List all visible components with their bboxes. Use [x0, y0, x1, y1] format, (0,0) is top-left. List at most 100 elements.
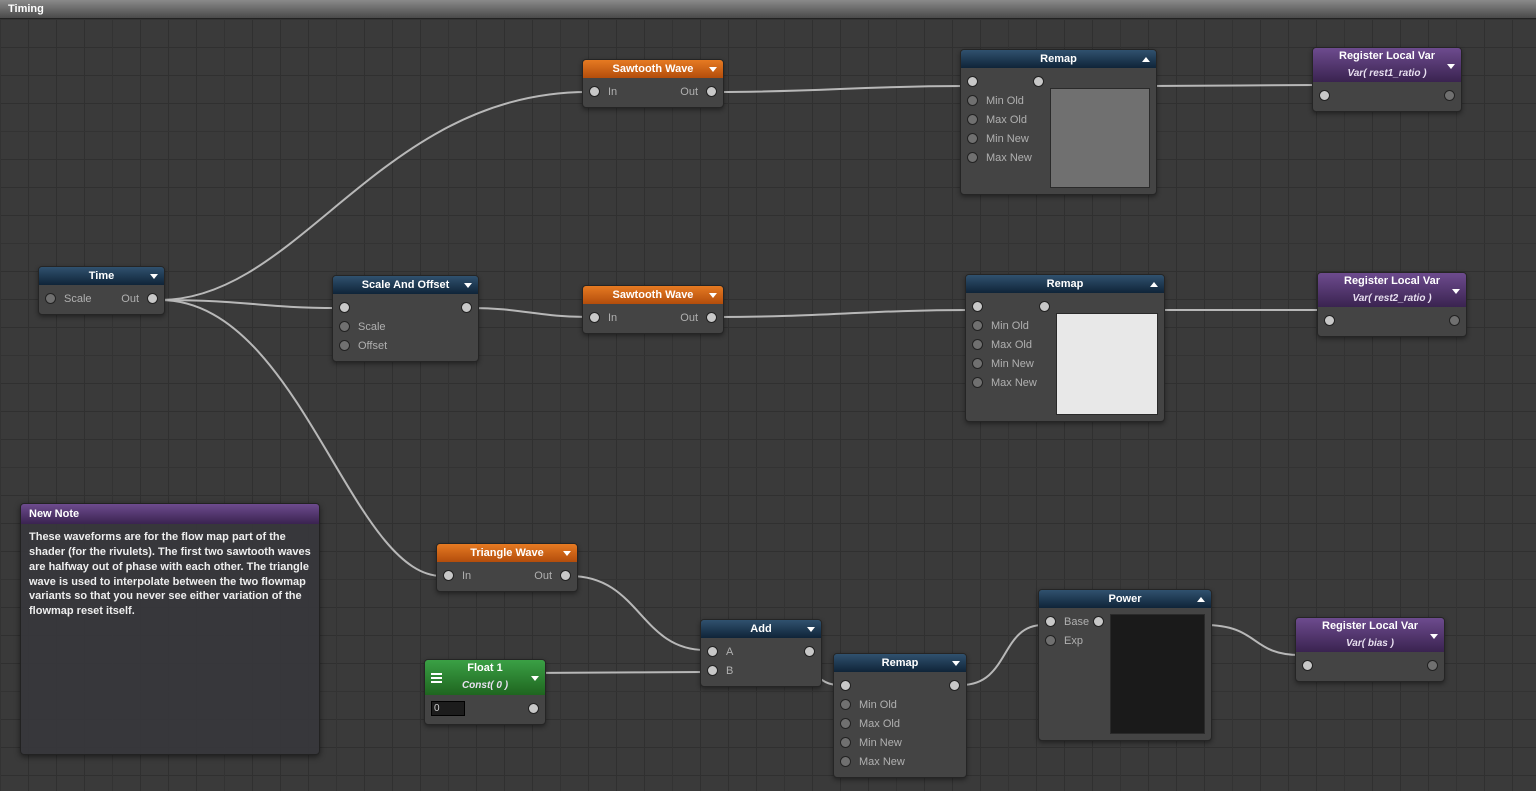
port-label: Max Old: [855, 718, 904, 730]
node-header[interactable]: Register Local Var Var( rest2_ratio ): [1318, 273, 1466, 307]
node-power[interactable]: Power Base Exp: [1038, 589, 1212, 741]
port-in[interactable]: [972, 358, 983, 369]
node-scale-and-offset[interactable]: Scale And Offset Scale Offset: [332, 275, 479, 362]
port-in[interactable]: [840, 680, 851, 691]
node-preview: [1050, 88, 1150, 188]
port-in[interactable]: [840, 718, 851, 729]
node-header[interactable]: Scale And Offset: [333, 276, 478, 294]
node-remap-2[interactable]: Remap Min Old Max Old Min New Max New: [965, 274, 1165, 422]
port-in[interactable]: [967, 95, 978, 106]
chevron-down-icon: [531, 676, 539, 681]
node-header[interactable]: Register Local Var Var( rest1_ratio ): [1313, 48, 1461, 82]
float-value-field[interactable]: 0: [431, 701, 465, 716]
node-title: Triangle Wave: [470, 547, 544, 559]
port-in[interactable]: [1319, 90, 1330, 101]
node-header[interactable]: Sawtooth Wave: [583, 286, 723, 304]
node-time[interactable]: Time Scale Out: [38, 266, 165, 315]
port-in[interactable]: [972, 320, 983, 331]
port-label: Max New: [982, 152, 1036, 164]
port-out[interactable]: [528, 703, 539, 714]
node-register-local-var-3[interactable]: Register Local Var Var( bias ): [1295, 617, 1445, 682]
port-label: Min New: [987, 358, 1038, 370]
node-header[interactable]: Remap: [966, 275, 1164, 293]
port-in[interactable]: [967, 152, 978, 163]
port-in[interactable]: [840, 756, 851, 767]
node-subtitle: Var( rest2_ratio ): [1352, 293, 1431, 307]
node-sawtooth-wave-1[interactable]: Sawtooth Wave In Out: [582, 59, 724, 108]
port-label: Out: [530, 570, 556, 582]
window-title: Timing: [8, 3, 44, 15]
port-in[interactable]: [967, 114, 978, 125]
port-in[interactable]: [1302, 660, 1313, 671]
port-in[interactable]: [339, 321, 350, 332]
port-in[interactable]: [840, 699, 851, 710]
node-header[interactable]: Remap: [834, 654, 966, 672]
note-title[interactable]: New Note: [21, 504, 319, 524]
port-out[interactable]: [1427, 660, 1438, 671]
port-in[interactable]: [45, 293, 56, 304]
port-in[interactable]: [972, 301, 983, 312]
port-label: Offset: [354, 340, 391, 352]
port-out[interactable]: [949, 680, 960, 691]
port-label: Out: [676, 312, 702, 324]
comment-note[interactable]: New Note These waveforms are for the flo…: [20, 503, 320, 755]
port-in[interactable]: [1324, 315, 1335, 326]
port-out[interactable]: [1033, 76, 1044, 87]
node-remap-3[interactable]: Remap Min Old Max Old Min New Max New: [833, 653, 967, 778]
node-title: Float 1: [467, 662, 502, 674]
node-header[interactable]: Add: [701, 620, 821, 638]
node-register-local-var-1[interactable]: Register Local Var Var( rest1_ratio ): [1312, 47, 1462, 112]
node-add[interactable]: Add A B: [700, 619, 822, 687]
port-in[interactable]: [707, 646, 718, 657]
graph-canvas[interactable]: Time Scale Out Scale And Offset Scale Of…: [0, 19, 1536, 791]
port-in[interactable]: [589, 312, 600, 323]
port-in[interactable]: [707, 665, 718, 676]
port-out[interactable]: [706, 86, 717, 97]
port-out[interactable]: [706, 312, 717, 323]
node-title: Remap: [882, 657, 919, 669]
node-header[interactable]: Float 1 Const( 0 ): [425, 660, 545, 695]
port-label: Out: [117, 293, 143, 305]
port-out[interactable]: [147, 293, 158, 304]
port-in[interactable]: [972, 339, 983, 350]
node-preview: [1110, 614, 1205, 734]
port-in[interactable]: [967, 76, 978, 87]
port-in[interactable]: [339, 340, 350, 351]
node-register-local-var-2[interactable]: Register Local Var Var( rest2_ratio ): [1317, 272, 1467, 337]
node-header[interactable]: Power: [1039, 590, 1211, 608]
port-in[interactable]: [589, 86, 600, 97]
node-header[interactable]: Triangle Wave: [437, 544, 577, 562]
node-triangle-wave[interactable]: Triangle Wave In Out: [436, 543, 578, 592]
menu-icon: [431, 673, 442, 683]
port-out[interactable]: [804, 646, 815, 657]
port-out[interactable]: [560, 570, 571, 581]
window-titlebar[interactable]: Timing: [0, 0, 1536, 19]
chevron-down-icon: [709, 293, 717, 298]
node-float-1[interactable]: Float 1 Const( 0 ) 0: [424, 659, 546, 725]
node-title: Register Local Var: [1339, 50, 1435, 62]
node-title: Sawtooth Wave: [613, 63, 694, 75]
node-remap-1[interactable]: Remap Min Old Max Old Min New Max New: [960, 49, 1157, 195]
port-in[interactable]: [339, 302, 350, 313]
port-in[interactable]: [1045, 635, 1056, 646]
port-in[interactable]: [443, 570, 454, 581]
port-out[interactable]: [1093, 616, 1104, 627]
port-out[interactable]: [461, 302, 472, 313]
chevron-down-icon: [150, 274, 158, 279]
port-out[interactable]: [1039, 301, 1050, 312]
node-title: Remap: [1047, 278, 1084, 290]
node-header[interactable]: Time: [39, 267, 164, 285]
node-header[interactable]: Register Local Var Var( bias ): [1296, 618, 1444, 652]
port-label: Max Old: [987, 339, 1036, 351]
port-out[interactable]: [1449, 315, 1460, 326]
port-in[interactable]: [840, 737, 851, 748]
note-body: These waveforms are for the flow map par…: [21, 524, 319, 625]
port-in[interactable]: [972, 377, 983, 388]
port-in[interactable]: [967, 133, 978, 144]
port-out[interactable]: [1444, 90, 1455, 101]
node-header[interactable]: Sawtooth Wave: [583, 60, 723, 78]
port-in[interactable]: [1045, 616, 1056, 627]
node-header[interactable]: Remap: [961, 50, 1156, 68]
node-sawtooth-wave-2[interactable]: Sawtooth Wave In Out: [582, 285, 724, 334]
port-label: In: [604, 312, 621, 324]
